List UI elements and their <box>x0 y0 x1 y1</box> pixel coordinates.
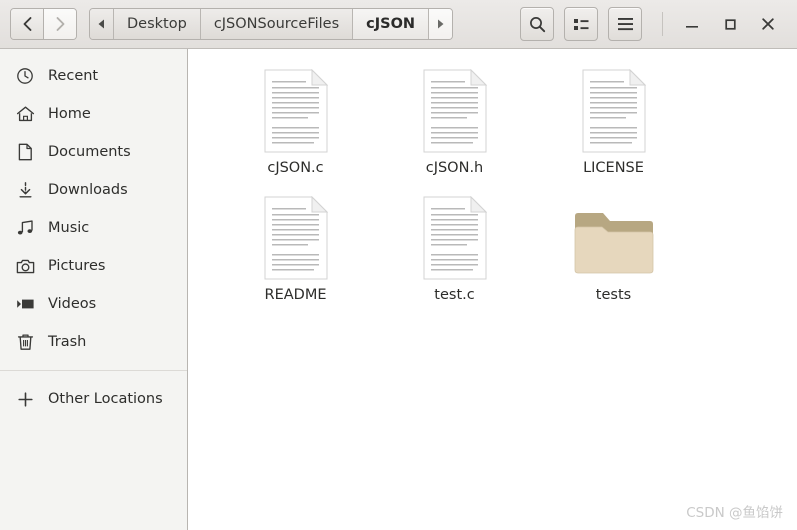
close-icon <box>762 18 774 30</box>
sidebar-item-label: Videos <box>48 296 97 312</box>
document-file-icon <box>264 69 328 153</box>
video-icon <box>14 294 36 314</box>
music-icon <box>14 218 36 238</box>
breadcrumb-label: cJSON <box>366 16 416 32</box>
sidebar-divider <box>0 370 187 371</box>
sidebar-item-label: Other Locations <box>48 391 163 407</box>
file-name-label: cJSON.c <box>267 160 324 176</box>
sidebar-item-label: Pictures <box>48 258 106 274</box>
file-name-label: README <box>264 287 327 303</box>
camera-icon <box>14 256 36 276</box>
file-item[interactable]: LICENSE <box>534 65 693 176</box>
document-file-icon <box>582 69 646 153</box>
document-file-icon <box>423 69 487 153</box>
file-name-label: tests <box>595 287 632 303</box>
document-icon <box>14 142 36 162</box>
file-grid: cJSON.c cJSON.h LICENSE README test.c te… <box>188 49 797 303</box>
header-right-controls <box>510 0 787 48</box>
search-icon <box>529 16 545 32</box>
file-manager-window: Desktop cJSONSourceFiles cJSON Recent Ho… <box>0 0 797 530</box>
trash-icon <box>14 332 36 352</box>
watermark: CSDN @鱼馅饼 <box>686 505 783 521</box>
breadcrumb-label: cJSONSourceFiles <box>213 16 340 32</box>
plus-icon <box>14 389 36 409</box>
breadcrumb-item-cjson[interactable]: cJSON <box>353 9 430 39</box>
sidebar-item-videos[interactable]: Videos <box>0 285 187 323</box>
breadcrumb-scroll-right[interactable] <box>429 9 453 39</box>
breadcrumb-scroll-left[interactable] <box>90 9 114 39</box>
breadcrumb: Desktop cJSONSourceFiles cJSON <box>89 8 454 40</box>
sidebar-item-label: Trash <box>48 334 87 350</box>
download-icon <box>14 180 36 200</box>
sidebar-item-pictures[interactable]: Pictures <box>0 247 187 285</box>
sidebar-item-label: Documents <box>48 144 131 160</box>
sidebar-item-label: Recent <box>48 68 99 84</box>
header-separator <box>662 12 663 36</box>
header-bar: Desktop cJSONSourceFiles cJSON <box>0 0 797 49</box>
document-file-icon <box>264 196 328 280</box>
folder-icon <box>574 213 653 274</box>
sidebar-item-label: Music <box>48 220 90 236</box>
view-toggle-button[interactable] <box>564 7 598 41</box>
file-item[interactable]: tests <box>534 192 693 303</box>
file-item[interactable]: test.c <box>375 192 534 303</box>
maximize-icon <box>724 18 736 30</box>
sidebar-item-music[interactable]: Music <box>0 209 187 247</box>
file-list-area[interactable]: cJSON.c cJSON.h LICENSE README test.c te… <box>188 49 797 530</box>
clock-icon <box>14 66 36 86</box>
document-file-icon <box>423 196 487 280</box>
file-item[interactable]: cJSON.c <box>216 65 375 176</box>
window-body: Recent Home Documents Downloads Music Pi… <box>0 49 797 530</box>
menu-button[interactable] <box>608 7 642 41</box>
sidebar-item-other-locations[interactable]: Other Locations <box>0 380 187 418</box>
sidebar: Recent Home Documents Downloads Music Pi… <box>0 49 188 530</box>
file-name-label: cJSON.h <box>425 160 484 176</box>
sidebar-item-trash[interactable]: Trash <box>0 323 187 361</box>
maximize-button[interactable] <box>711 4 749 44</box>
breadcrumb-item-cjsonsourcefiles[interactable]: cJSONSourceFiles <box>200 9 354 39</box>
sidebar-item-documents[interactable]: Documents <box>0 133 187 171</box>
file-item[interactable]: cJSON.h <box>375 65 534 176</box>
sidebar-item-label: Downloads <box>48 182 128 198</box>
chevron-left-icon <box>23 17 31 31</box>
sidebar-item-home[interactable]: Home <box>0 95 187 133</box>
file-item[interactable]: README <box>216 192 375 303</box>
home-icon <box>14 104 36 124</box>
minimize-icon <box>686 26 698 28</box>
file-name-label: LICENSE <box>583 160 644 176</box>
back-button[interactable] <box>11 9 44 39</box>
navigation-buttons <box>10 8 77 40</box>
triangle-left-icon <box>98 19 104 29</box>
sidebar-item-downloads[interactable]: Downloads <box>0 171 187 209</box>
forward-button[interactable] <box>44 9 76 39</box>
breadcrumb-item-desktop[interactable]: Desktop <box>114 9 201 39</box>
triangle-right-icon <box>438 19 444 29</box>
sidebar-item-label: Home <box>48 106 91 122</box>
minimize-button[interactable] <box>673 4 711 44</box>
file-name-label: test.c <box>434 287 475 303</box>
breadcrumb-label: Desktop <box>127 16 187 32</box>
sidebar-item-recent[interactable]: Recent <box>0 57 187 95</box>
list-view-icon <box>573 18 588 30</box>
chevron-right-icon <box>56 17 64 31</box>
close-button[interactable] <box>749 4 787 44</box>
hamburger-menu-icon <box>617 18 633 31</box>
search-button[interactable] <box>520 7 554 41</box>
